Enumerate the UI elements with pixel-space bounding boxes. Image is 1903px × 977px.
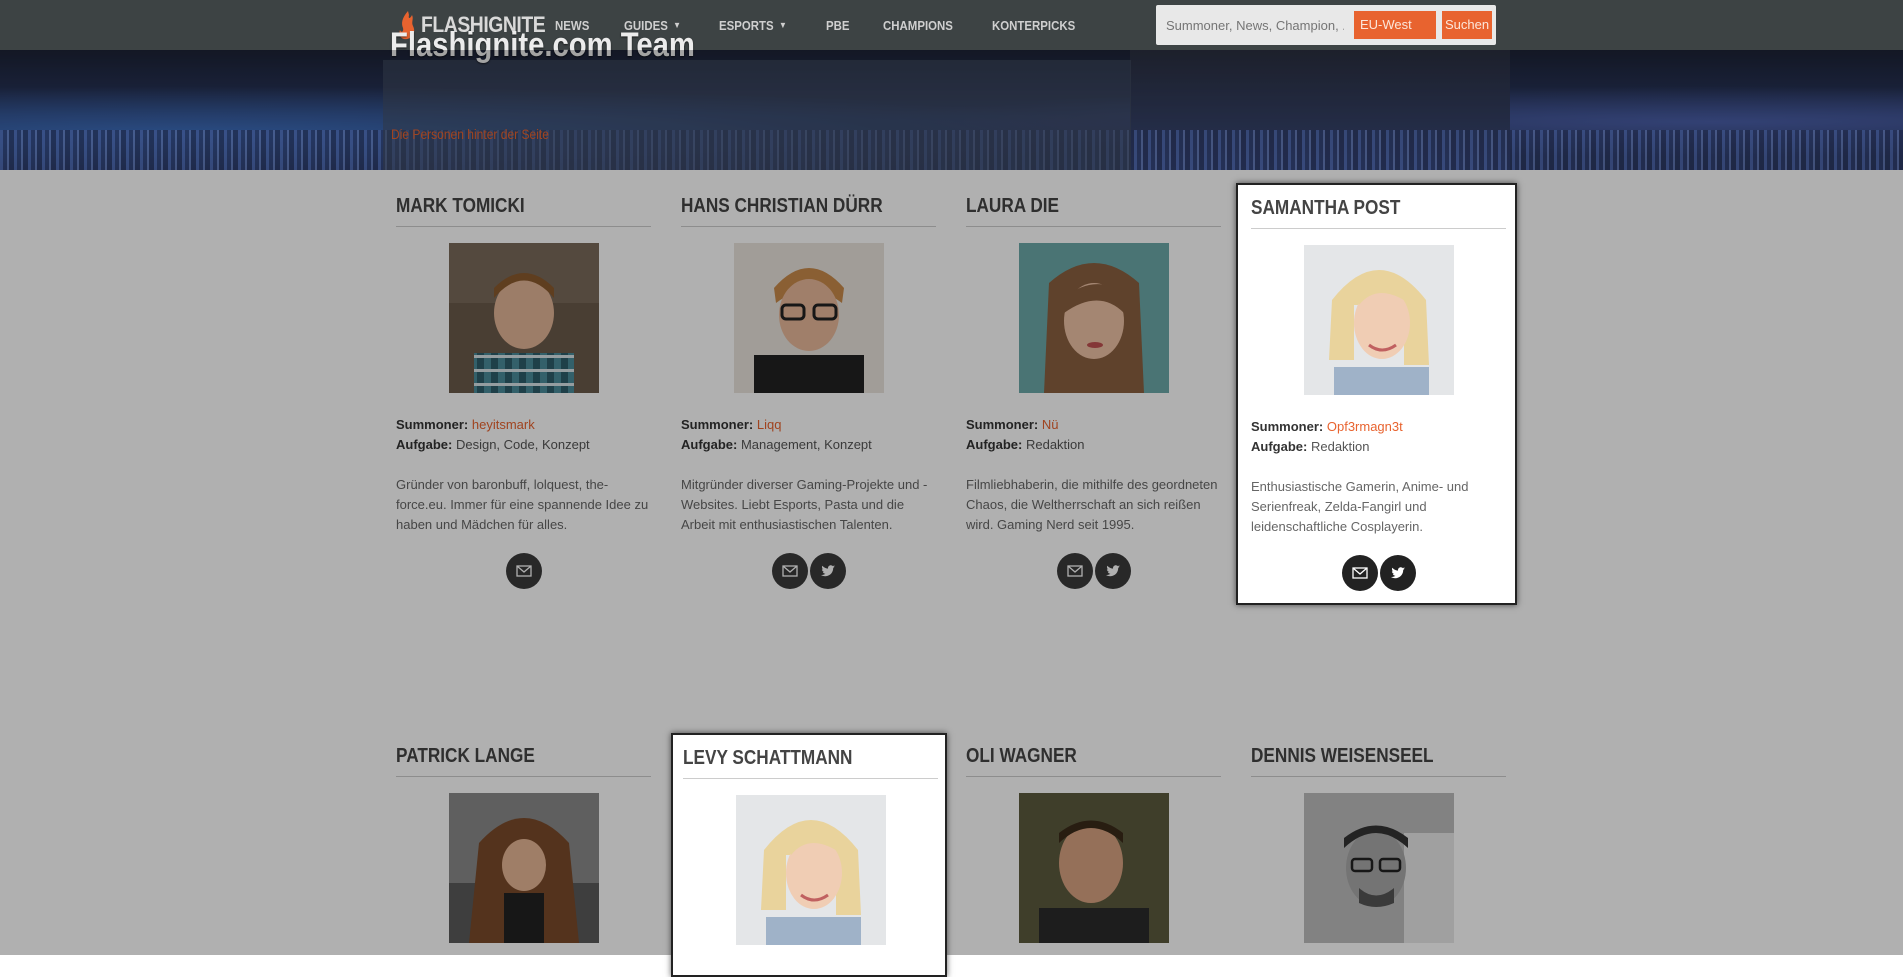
summoner-link[interactable]: Nü — [1042, 417, 1059, 432]
twitter-button[interactable] — [1094, 553, 1131, 589]
team-card: OLI WAGNER — [966, 744, 1221, 943]
member-name: LAURA DIE — [966, 195, 1060, 217]
search-button[interactable]: Suchen — [1442, 11, 1492, 39]
social-links — [1251, 555, 1506, 591]
task-label: Aufgabe: — [966, 437, 1023, 452]
divider — [681, 226, 936, 227]
menu-item-label: CHAMPIONS — [882, 17, 953, 33]
member-photo — [1303, 793, 1454, 943]
member-name: PATRICK LANGE — [396, 745, 535, 767]
member-name: OLI WAGNER — [966, 745, 1077, 767]
menu-item-champions[interactable]: CHAMPIONS — [883, 18, 953, 33]
content-area — [0, 170, 1903, 955]
summoner-label: Summoner: — [681, 417, 754, 432]
member-photo — [1018, 243, 1169, 393]
member-photo — [733, 243, 884, 393]
task-value: Redaktion — [1310, 439, 1370, 454]
twitter-button[interactable] — [809, 553, 846, 589]
menu-item-label: KONTERPICKS — [992, 17, 1076, 33]
summoner-label: Summoner: — [396, 417, 469, 432]
team-card: DENNIS WEISENSEEL — [1251, 744, 1506, 943]
mail-icon — [1351, 567, 1368, 579]
task-value: Design, Code, Konzept — [455, 437, 590, 452]
member-description: Filmliebhaberin, die mithilfe des geordn… — [966, 477, 1218, 532]
summoner-label: Summoner: — [966, 417, 1039, 432]
team-card: MARK TOMICKI Summoner: heyitsmark Aufgab… — [396, 194, 651, 589]
menu-item-label: ESPORTS — [718, 17, 774, 33]
team-card-highlighted: LEVY SCHATTMANN — [671, 733, 947, 977]
member-info: Summoner: Opf3rmagn3t Aufgabe: Redaktion — [1251, 417, 1506, 457]
divider — [396, 776, 651, 777]
task-value: Management, Konzept — [740, 437, 872, 452]
member-info: Summoner: Nü Aufgabe: Redaktion — [966, 415, 1221, 455]
member-info: Summoner: heyitsmark Aufgabe: Design, Co… — [396, 415, 651, 455]
hero-banner — [0, 50, 1903, 170]
member-name: SAMANTHA POST — [1251, 197, 1401, 219]
social-links — [966, 553, 1221, 589]
search-box: EU-West Suchen — [1156, 5, 1496, 45]
team-card: LAURA DIE Summoner: Nü Aufgabe: Redaktio… — [966, 194, 1221, 589]
task-label: Aufgabe: — [681, 437, 738, 452]
team-card: HANS CHRISTIAN DÜRR Summoner: Liqq Aufga… — [681, 194, 936, 589]
member-photo — [448, 793, 599, 943]
mail-button[interactable] — [771, 553, 808, 589]
summoner-link[interactable]: Opf3rmagn3t — [1327, 419, 1403, 434]
twitter-button[interactable] — [1379, 555, 1416, 591]
top-navigation: FLASHIGNITE NEWS GUIDES ▼ ESPORTS ▼ PBE CH… — [0, 0, 1903, 50]
region-select[interactable]: EU-West — [1354, 11, 1436, 39]
member-photo — [735, 795, 886, 945]
summoner-link[interactable]: Liqq — [757, 417, 782, 432]
mail-button[interactable] — [1341, 555, 1378, 591]
page-subtitle: Die Personen hinter der Seite — [391, 126, 549, 142]
card-content: SAMANTHA POST Summoner: Opf3rmagn3t Aufg… — [1251, 196, 1506, 591]
member-photo — [448, 243, 599, 393]
twitter-icon — [1105, 565, 1120, 577]
member-description: Mitgründer diverser Gaming-Projekte und … — [681, 477, 928, 532]
divider — [1251, 228, 1506, 229]
member-name: MARK TOMICKI — [396, 195, 525, 217]
search-input[interactable] — [1160, 11, 1350, 39]
member-name: HANS CHRISTIAN DÜRR — [681, 195, 883, 217]
page-title: Flashignite.com Team — [390, 26, 695, 64]
member-info: Summoner: Liqq Aufgabe: Management, Konz… — [681, 415, 936, 455]
divider — [683, 778, 938, 779]
chevron-down-icon: ▼ — [778, 20, 787, 30]
mail-icon — [781, 565, 798, 577]
mail-button[interactable] — [1056, 553, 1093, 589]
divider — [966, 776, 1221, 777]
member-name: LEVY SCHATTMANN — [683, 747, 853, 769]
member-name: DENNIS WEISENSEEL — [1251, 745, 1434, 767]
summoner-label: Summoner: — [1251, 419, 1324, 434]
hero-title-panel — [383, 60, 1131, 170]
task-value: Redaktion — [1025, 437, 1085, 452]
mail-button[interactable] — [505, 553, 542, 589]
menu-item-label: PBE — [825, 17, 850, 33]
divider — [966, 226, 1221, 227]
menu-item-konterpicks[interactable]: KONTERPICKS — [992, 18, 1075, 33]
divider — [1251, 776, 1506, 777]
menu-item-esports[interactable]: ESPORTS ▼ — [719, 18, 787, 33]
member-photo — [1018, 793, 1169, 943]
twitter-icon — [820, 565, 835, 577]
social-links — [681, 553, 936, 589]
mail-icon — [1066, 565, 1083, 577]
member-description: Enthusiastische Gamerin, Anime- und Seri… — [1251, 479, 1469, 534]
summoner-link[interactable]: heyitsmark — [472, 417, 535, 432]
team-card-highlighted: SAMANTHA POST Summoner: Opf3rmagn3t Aufg… — [1236, 183, 1517, 605]
social-links — [396, 553, 651, 589]
menu-item-pbe[interactable]: PBE — [826, 18, 850, 33]
mail-icon — [515, 565, 532, 577]
card-content: LEVY SCHATTMANN — [683, 746, 938, 945]
divider — [396, 226, 651, 227]
twitter-icon — [1390, 567, 1405, 579]
member-description: Gründer von baronbuff, lolquest, the-for… — [396, 477, 649, 532]
task-label: Aufgabe: — [396, 437, 453, 452]
task-label: Aufgabe: — [1251, 439, 1308, 454]
member-photo — [1303, 245, 1454, 395]
team-card: PATRICK LANGE — [396, 744, 651, 943]
